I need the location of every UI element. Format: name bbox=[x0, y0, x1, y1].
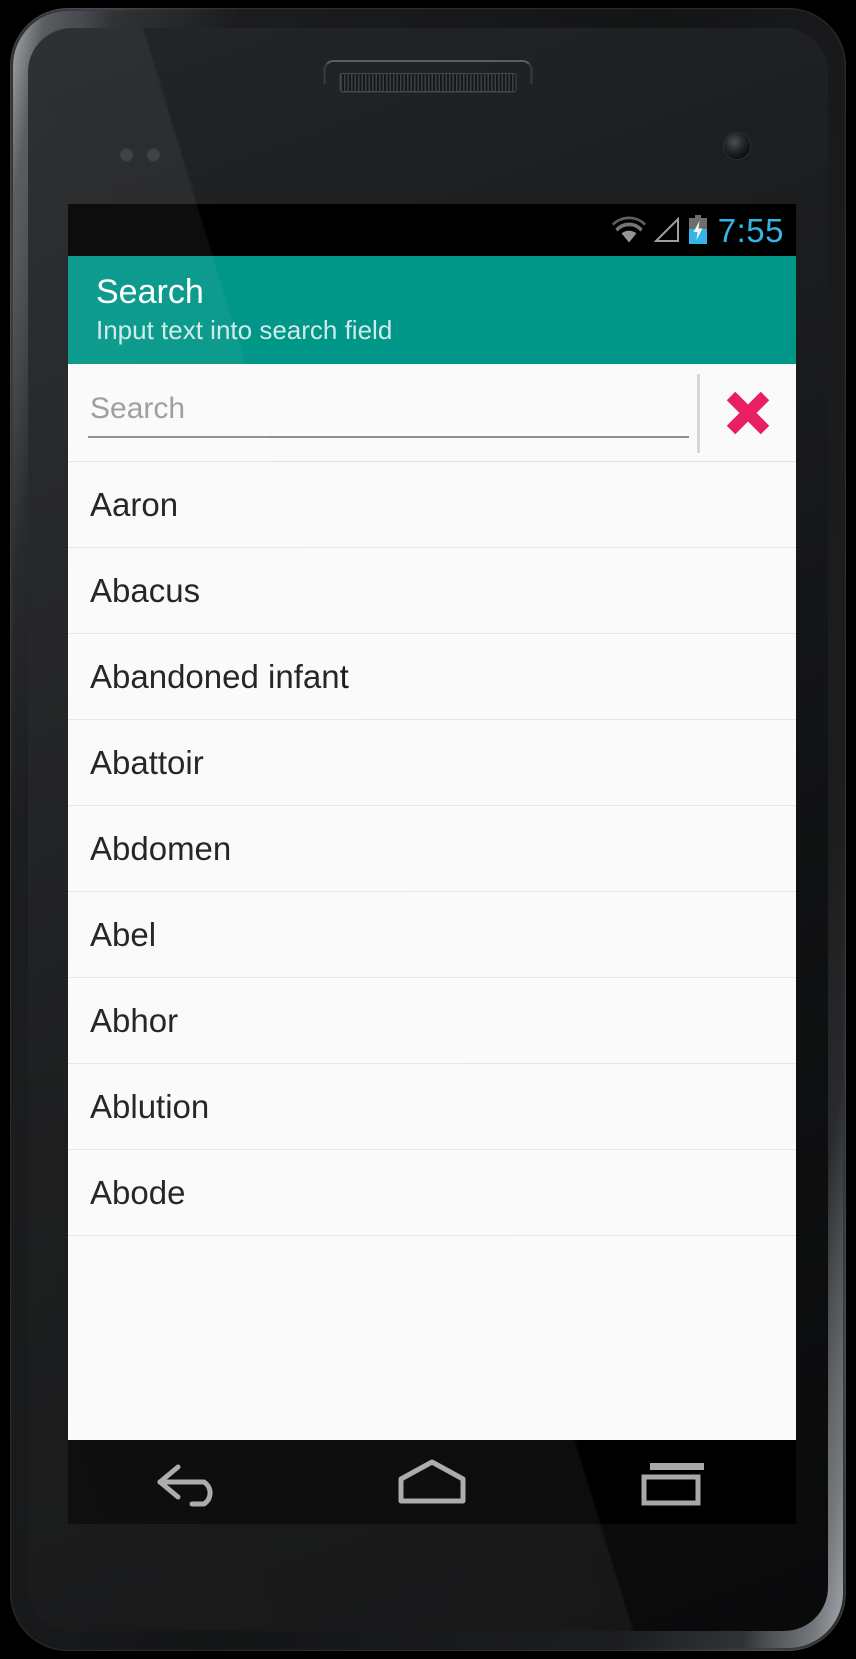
list-item-label: Abhor bbox=[90, 1002, 179, 1039]
home-icon bbox=[393, 1457, 471, 1507]
status-bar: 7:55 bbox=[68, 204, 796, 256]
list-item-label: Abacus bbox=[90, 572, 201, 609]
list-item[interactable]: Abacus bbox=[68, 548, 796, 634]
back-button[interactable] bbox=[114, 1440, 264, 1524]
action-bar: Search Input text into search field bbox=[68, 256, 796, 364]
device-glass: 7:55 Search Input text into search field bbox=[28, 28, 828, 1631]
navigation-bar bbox=[68, 1440, 796, 1524]
list-empty-space bbox=[68, 1236, 796, 1320]
list-item-label: Abode bbox=[90, 1174, 186, 1211]
list-item-label: Abandoned infant bbox=[90, 658, 349, 695]
page-subtitle: Input text into search field bbox=[96, 315, 393, 345]
list-item[interactable]: Abattoir bbox=[68, 720, 796, 806]
list-item-label: Ablution bbox=[90, 1088, 210, 1125]
list-item-label: Aaron bbox=[90, 486, 179, 523]
close-x-icon bbox=[722, 387, 774, 439]
word-list: Aaron Abacus Abandoned infant Abattoir A… bbox=[68, 462, 796, 1320]
list-item[interactable]: Abode bbox=[68, 1150, 796, 1236]
device-frame: 7:55 Search Input text into search field bbox=[10, 8, 846, 1651]
search-input[interactable] bbox=[88, 387, 689, 438]
list-item-label: Abel bbox=[90, 916, 157, 953]
recents-button[interactable] bbox=[600, 1440, 750, 1524]
list-item[interactable]: Abhor bbox=[68, 978, 796, 1064]
home-button[interactable] bbox=[357, 1440, 507, 1524]
list-item[interactable]: Abel bbox=[68, 892, 796, 978]
page-title: Search bbox=[96, 273, 204, 311]
list-item-label: Abattoir bbox=[90, 744, 204, 781]
search-field-container bbox=[68, 364, 697, 461]
list-item[interactable]: Ablution bbox=[68, 1064, 796, 1150]
front-camera-icon bbox=[724, 133, 750, 159]
clear-search-button[interactable] bbox=[700, 364, 796, 461]
recents-icon bbox=[638, 1457, 712, 1507]
battery-charging-icon bbox=[688, 215, 708, 245]
search-row bbox=[68, 364, 796, 462]
cellular-signal-icon bbox=[653, 216, 681, 244]
list-item[interactable]: Aaron bbox=[68, 462, 796, 548]
list-item[interactable]: Abdomen bbox=[68, 806, 796, 892]
phone-screen: 7:55 Search Input text into search field bbox=[68, 204, 796, 1440]
wifi-icon bbox=[611, 216, 646, 244]
proximity-sensor-icon bbox=[116, 146, 164, 164]
earpiece-speaker bbox=[339, 73, 517, 92]
status-bar-clock: 7:55 bbox=[717, 211, 784, 249]
status-bar-icons bbox=[611, 215, 708, 245]
back-arrow-icon bbox=[152, 1457, 226, 1507]
list-item-label: Abdomen bbox=[90, 830, 232, 867]
list-item[interactable]: Abandoned infant bbox=[68, 634, 796, 720]
